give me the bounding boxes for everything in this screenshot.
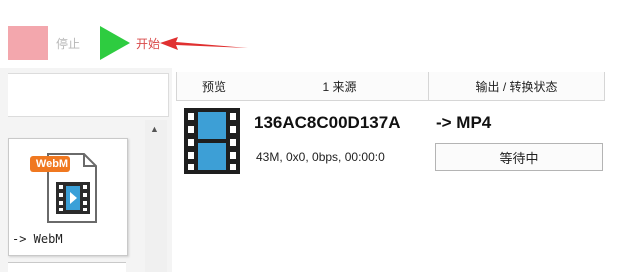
stop-icon bbox=[8, 26, 48, 60]
film-strip-icon bbox=[184, 108, 240, 174]
scroll-up-icon[interactable]: ▲ bbox=[150, 124, 159, 134]
source-file-info: 43M, 0x0, 0bps, 00:00:0 bbox=[256, 150, 385, 164]
scrollbar[interactable] bbox=[145, 120, 167, 272]
column-header-output[interactable]: 输出 / 转换状态 bbox=[429, 72, 605, 101]
format-card-label: -> WebM bbox=[12, 232, 63, 246]
start-label: 开始 bbox=[136, 36, 161, 51]
annotation-arrow-icon bbox=[160, 37, 248, 50]
webm-badge: WebM bbox=[35, 158, 69, 170]
stop-label: 停止 bbox=[56, 36, 81, 51]
format-card-next[interactable] bbox=[8, 262, 126, 273]
column-header-preview[interactable]: 预览 bbox=[176, 72, 252, 101]
status-button[interactable]: 等待中 bbox=[435, 143, 603, 171]
column-header-source[interactable]: 1 来源 bbox=[251, 72, 429, 101]
toolbar bbox=[0, 0, 626, 68]
stop-button[interactable]: 停止 bbox=[8, 26, 80, 60]
play-icon bbox=[100, 26, 130, 60]
start-button[interactable]: 开始 bbox=[98, 24, 160, 62]
format-panel-header bbox=[8, 73, 169, 117]
output-format: -> MP4 bbox=[436, 113, 492, 132]
source-filename: 136AC8C00D137A bbox=[254, 113, 401, 132]
